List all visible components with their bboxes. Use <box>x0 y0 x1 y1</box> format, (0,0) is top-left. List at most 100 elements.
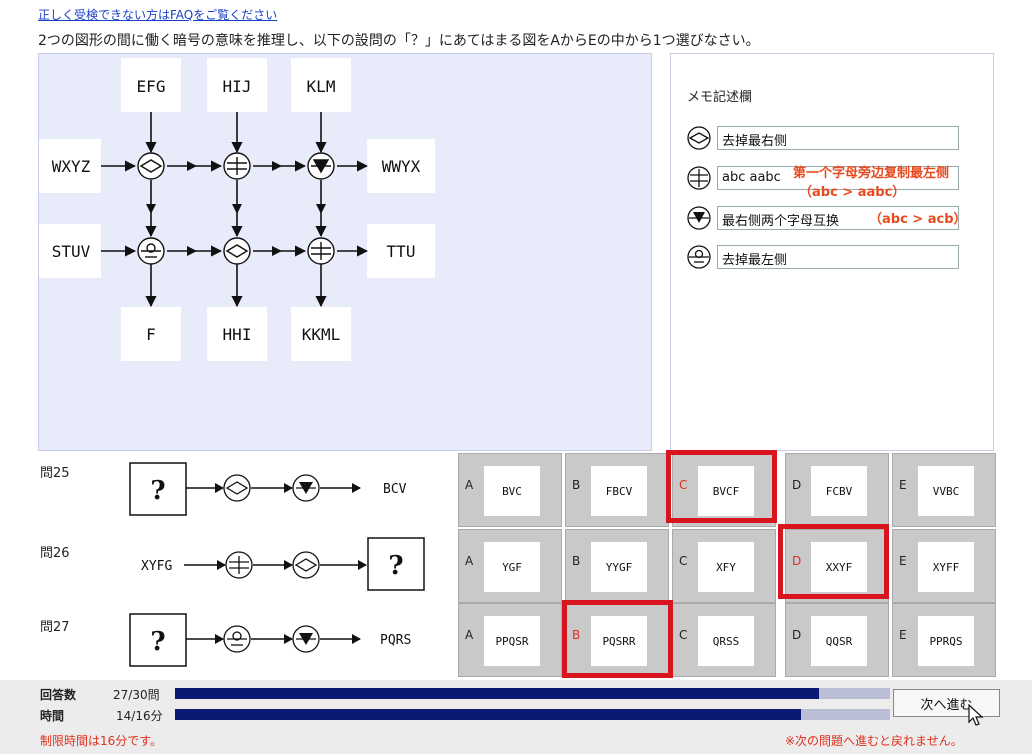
diamond-icon <box>137 152 165 180</box>
q25-option-d[interactable]: D FCBV <box>785 453 889 527</box>
triangle-icon <box>307 152 335 180</box>
question-row-26: XYFG ? <box>120 530 455 600</box>
memo-annotation-1b: （abc > aabc） <box>799 185 906 200</box>
circle-bar-icon <box>687 245 711 269</box>
equal-icon <box>307 237 335 265</box>
top-input-3: KLM <box>307 77 336 96</box>
diamond-icon <box>223 474 251 502</box>
q25-option-a[interactable]: A BVC <box>458 453 562 527</box>
q26-left: XYFG <box>141 559 172 574</box>
question-label-27: 問27 <box>40 620 70 635</box>
option-letter: D <box>792 554 802 568</box>
q26-right: ? <box>388 551 403 581</box>
option-text: XFY <box>698 542 754 592</box>
memo-title: メモ記述欄 <box>687 90 753 105</box>
q27-option-c[interactable]: C QRSS <box>672 603 776 677</box>
q27-right: PQRS <box>380 633 411 648</box>
option-text: BVC <box>484 466 540 516</box>
time-progress-bar <box>175 709 890 720</box>
option-letter: C <box>679 478 688 492</box>
time-progress-fill <box>175 709 801 720</box>
no-return-warning: ※次の問題へ進むと戻れません。 <box>785 734 963 748</box>
question-label-26: 問26 <box>40 546 70 561</box>
question-text: 2つの図形の間に働く暗号の意味を推理し、以下の設問の「？」にあてはまる図をAから… <box>38 33 760 49</box>
q25-right: BCV <box>383 482 407 497</box>
option-text: YYGF <box>591 542 647 592</box>
diamond-icon <box>223 237 251 265</box>
question-row-27: ? PQRS <box>120 606 455 676</box>
q27-option-d[interactable]: D QQSR <box>785 603 889 677</box>
q26-option-b[interactable]: B YYGF <box>565 529 669 603</box>
cipher-diagram: EFG HIJ KLM WXYZ WWYX STUV TTU F HHI KKM… <box>39 58 435 361</box>
option-letter: E <box>899 628 907 642</box>
triangle-icon <box>687 206 711 230</box>
option-letter: B <box>572 478 581 492</box>
mouse-cursor-icon <box>968 704 984 726</box>
option-text: PQSRR <box>591 616 647 666</box>
option-text: XXYF <box>811 542 867 592</box>
equal-icon <box>223 152 251 180</box>
memo-panel: メモ記述欄 去掉最右侧 abc aabc 最右侧两个字母互换 去掉最左侧 第一个… <box>670 53 994 451</box>
option-letter: A <box>465 628 474 642</box>
equal-icon <box>687 166 711 190</box>
circle-bar-icon <box>137 237 165 265</box>
option-letter: D <box>792 628 802 642</box>
answers-progress-fill <box>175 688 819 699</box>
option-text: QRSS <box>698 616 754 666</box>
option-letter: B <box>572 628 581 642</box>
question-row-25: ? BCV <box>120 455 455 525</box>
memo-input-diamond[interactable]: 去掉最右侧 <box>717 126 959 150</box>
option-letter: A <box>465 554 474 568</box>
option-letter: C <box>679 554 688 568</box>
memo-input-circle-bar[interactable]: 去掉最左侧 <box>717 245 959 269</box>
option-text: FCBV <box>811 466 867 516</box>
diamond-icon <box>687 126 711 150</box>
diagram-panel: EFG HIJ KLM WXYZ WWYX STUV TTU F HHI KKM… <box>38 53 652 451</box>
question-label-25: 問25 <box>40 466 70 481</box>
q25-option-c[interactable]: C BVCF <box>672 453 776 527</box>
top-input-2: HIJ <box>223 77 252 96</box>
q27-option-b[interactable]: B PQSRR <box>565 603 669 677</box>
q25-left: ? <box>150 476 165 506</box>
triangle-icon <box>292 474 320 502</box>
q25-option-e[interactable]: E VVBC <box>892 453 996 527</box>
option-text: PPQSR <box>484 616 540 666</box>
time-value: 14/16分 <box>116 709 163 723</box>
bottom-output-2: HHI <box>223 325 252 344</box>
answers-progress-bar <box>175 688 890 699</box>
option-text: XYFF <box>918 542 974 592</box>
option-text: QQSR <box>811 616 867 666</box>
answers-value: 27/30問 <box>113 688 160 702</box>
time-label: 時間 <box>40 709 65 723</box>
q25-option-b[interactable]: B FBCV <box>565 453 669 527</box>
bottom-output-1: F <box>146 325 156 344</box>
footer: 回答数 27/30問 時間 14/16分 制限時間は16分です。 ※次の問題へ進… <box>0 680 1032 754</box>
q27-option-e[interactable]: E PPRQS <box>892 603 996 677</box>
option-letter: C <box>679 628 688 642</box>
faq-link[interactable]: 正しく受検できない方はFAQをご覧ください <box>38 6 277 23</box>
option-text: YGF <box>484 542 540 592</box>
option-letter: D <box>792 478 802 492</box>
diamond-icon <box>292 551 320 579</box>
answers-label: 回答数 <box>40 688 77 702</box>
option-letter: A <box>465 478 474 492</box>
q26-option-d[interactable]: D XXYF <box>785 529 889 603</box>
triangle-icon <box>292 625 320 653</box>
option-letter: E <box>899 478 907 492</box>
memo-annotation-1a: 第一个字母旁边复制最左侧 <box>793 166 950 181</box>
option-text: PPRQS <box>918 616 974 666</box>
circle-bar-icon <box>223 625 251 653</box>
bottom-output-3: KKML <box>302 325 341 344</box>
option-text: FBCV <box>591 466 647 516</box>
equal-icon <box>225 551 253 579</box>
top-input-1: EFG <box>137 77 166 96</box>
row2-right: TTU <box>387 242 416 261</box>
q27-option-a[interactable]: A PPQSR <box>458 603 562 677</box>
q27-left: ? <box>150 627 165 657</box>
q26-option-a[interactable]: A YGF <box>458 529 562 603</box>
q26-option-e[interactable]: E XYFF <box>892 529 996 603</box>
option-text: VVBC <box>918 466 974 516</box>
row1-right: WWYX <box>382 157 421 176</box>
row1-left: WXYZ <box>52 157 91 176</box>
q26-option-c[interactable]: C XFY <box>672 529 776 603</box>
